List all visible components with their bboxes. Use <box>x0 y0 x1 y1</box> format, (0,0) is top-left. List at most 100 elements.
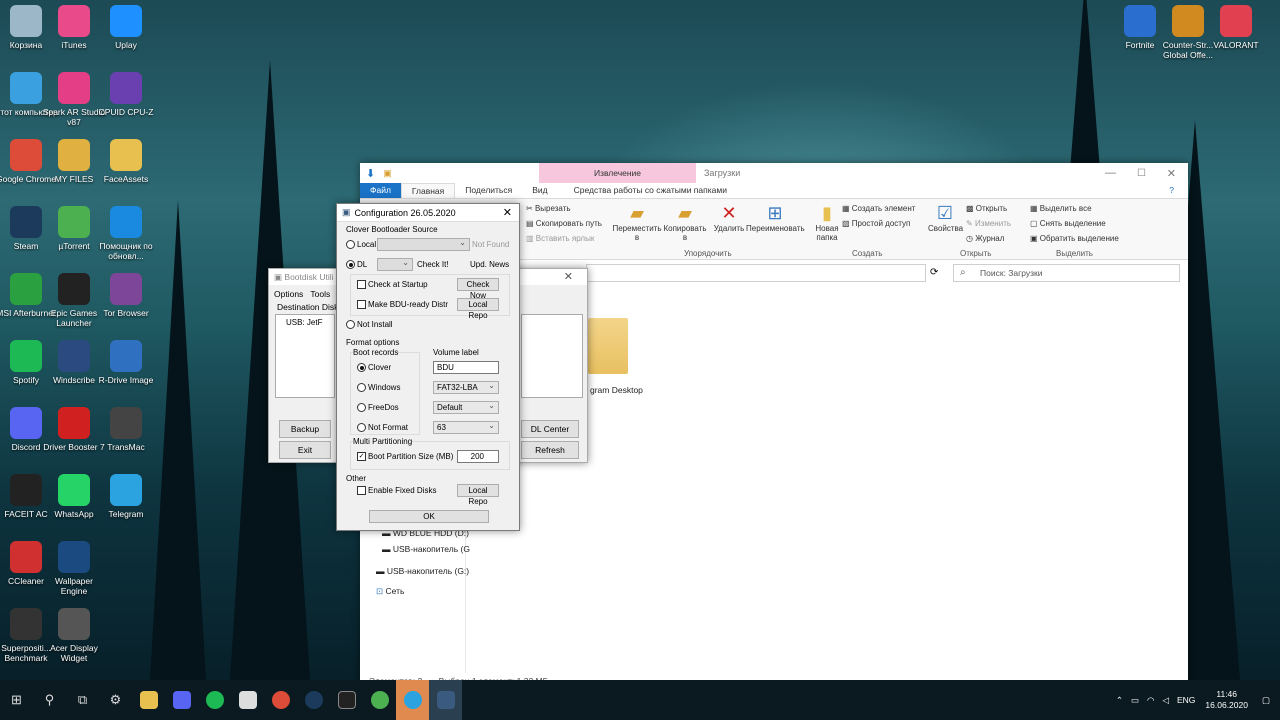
not-format-radio[interactable] <box>357 423 366 432</box>
easy-access-button[interactable]: ▧ Простой доступ <box>842 219 910 228</box>
wifi-icon[interactable]: ◠ <box>1147 695 1154 706</box>
open-button[interactable]: ▩ Открыть <box>966 204 1007 213</box>
settings-button[interactable]: ⚙ <box>99 680 132 720</box>
desktop-icon[interactable]: Uplay <box>94 5 158 50</box>
ok-button[interactable]: OK <box>369 510 489 523</box>
invert-selection-button[interactable]: ▣ Обратить выделение <box>1030 234 1119 243</box>
rename-button[interactable]: ⊞ Переименовать <box>746 203 805 233</box>
move-to-button[interactable]: ▰ Переместить в <box>612 203 662 242</box>
not-install-radio[interactable] <box>346 320 355 329</box>
local-repo-button[interactable]: Local Repo <box>457 298 499 320</box>
task-view-button[interactable]: ⧉ <box>66 680 99 720</box>
nav-item-usb-g[interactable]: ▬ USB-накопитель (G <box>372 539 470 559</box>
tab-share[interactable]: Поделиться <box>455 183 522 198</box>
taskbar-telegram[interactable] <box>396 680 429 720</box>
close-icon[interactable]: ✕ <box>1167 167 1176 180</box>
desktop-icon[interactable]: Wallpaper Engine <box>42 541 106 596</box>
check-now-button[interactable]: Check Now <box>457 278 499 300</box>
local-repo-button-2[interactable]: Local Repo <box>457 484 499 506</box>
delete-button[interactable]: ✕ Удалить <box>712 203 746 233</box>
tab-file[interactable]: Файл <box>360 183 401 198</box>
menu-options[interactable]: Options <box>274 289 303 299</box>
desktop-icon[interactable]: FaceAssets <box>94 139 158 184</box>
taskbar-bootdisk[interactable] <box>429 680 462 720</box>
disk-item[interactable]: USB: JetF <box>286 318 322 327</box>
new-item-button[interactable]: ▦ Создать элемент <box>842 204 915 213</box>
tab-home[interactable]: Главная <box>400 183 456 198</box>
desktop-icon[interactable]: Acer Display Widget <box>42 608 106 663</box>
copy-path-button[interactable]: ▤ Скопировать путь <box>526 219 602 228</box>
desktop-icon[interactable]: CPUID CPU-Z <box>94 72 158 117</box>
desktop-icon[interactable]: VALORANT <box>1204 5 1268 50</box>
address-bar[interactable] <box>586 264 926 282</box>
boot-size-checkbox[interactable]: ✓ <box>357 452 366 461</box>
nav-item-network[interactable]: ⊡ Сеть <box>372 581 470 601</box>
close-icon[interactable]: ✕ <box>503 206 512 219</box>
local-select[interactable] <box>377 237 470 251</box>
taskbar-utorrent[interactable] <box>363 680 396 720</box>
start-button[interactable]: ⊞ <box>0 680 33 720</box>
taskbar-store[interactable] <box>231 680 264 720</box>
dl-radio[interactable] <box>346 260 355 269</box>
context-tab-extract[interactable]: Извлечение <box>539 163 696 183</box>
edit-button[interactable]: ✎ Изменить <box>966 219 1011 228</box>
paste-shortcut-button[interactable]: ▥ Вставить ярлык <box>526 234 594 243</box>
upd-news-link[interactable]: Upd. News <box>470 260 509 269</box>
maximize-icon[interactable]: ☐ <box>1137 168 1146 179</box>
select-none-button[interactable]: ▢ Снять выделение <box>1030 219 1106 228</box>
chevron-up-icon[interactable]: ⌃ <box>1116 695 1123 706</box>
properties-button[interactable]: ☑ Свойства <box>928 203 963 233</box>
taskbar-explorer[interactable] <box>132 680 165 720</box>
clover-radio[interactable] <box>357 363 366 372</box>
file-label[interactable]: gram Desktop <box>590 385 643 395</box>
taskbar-chrome[interactable] <box>264 680 297 720</box>
disk-list[interactable]: USB: JetF <box>275 314 335 398</box>
clock[interactable]: 11:46 16.06.2020 <box>1205 689 1248 711</box>
nav-item-usb-g2[interactable]: ▬ USB-накопитель (G:) <box>372 561 470 581</box>
language-indicator[interactable]: ENG <box>1177 695 1195 705</box>
fixed-disks-checkbox[interactable] <box>357 486 366 495</box>
filesystem-select[interactable]: FAT32-LBA <box>433 380 499 394</box>
search-button[interactable]: ⚲ <box>33 680 66 720</box>
taskbar-discord[interactable] <box>165 680 198 720</box>
select-all-button[interactable]: ▦ Выделить все <box>1030 204 1092 213</box>
taskbar-spotify[interactable] <box>198 680 231 720</box>
sectors-select[interactable]: 63 <box>433 420 499 434</box>
history-button[interactable]: ◷ Журнал <box>966 234 1004 243</box>
cut-button[interactable]: ✂ Вырезать <box>526 204 571 213</box>
cluster-select[interactable]: Default <box>433 400 499 414</box>
taskbar-epic[interactable] <box>330 680 363 720</box>
refresh-icon[interactable]: ⟳ <box>930 267 938 278</box>
search-input[interactable]: Поиск: Загрузки <box>953 264 1180 282</box>
refresh-button[interactable]: Refresh <box>521 441 579 459</box>
dl-center-button[interactable]: DL Center <box>521 420 579 438</box>
dl-select[interactable] <box>377 257 413 271</box>
boot-size-input[interactable]: 200 <box>457 450 499 463</box>
volume-icon[interactable]: ◁ <box>1162 695 1169 706</box>
check-startup-checkbox[interactable] <box>357 280 366 289</box>
bootdisk-close-icon[interactable]: ✕ <box>564 269 573 285</box>
desktop-icon[interactable]: Tor Browser <box>94 273 158 318</box>
exit-button[interactable]: Exit <box>279 441 331 459</box>
tab-compressed-tools[interactable]: Средства работы со сжатыми папками <box>564 183 737 198</box>
desktop-icon[interactable]: Telegram <box>94 474 158 519</box>
notifications-icon[interactable]: ▢ <box>1262 695 1270 706</box>
minimize-icon[interactable]: — <box>1105 167 1116 179</box>
menu-tools[interactable]: Tools <box>310 289 330 299</box>
freedos-radio[interactable] <box>357 403 366 412</box>
tab-view[interactable]: Вид <box>522 183 557 198</box>
taskbar-steam[interactable] <box>297 680 330 720</box>
desktop-icon[interactable]: R-Drive Image <box>94 340 158 385</box>
volume-label-input[interactable]: BDU <box>433 361 499 374</box>
new-folder-button[interactable]: ▮ Новая папка <box>812 203 842 242</box>
quick-access-icon[interactable]: ⬇ <box>366 167 375 180</box>
windows-radio[interactable] <box>357 383 366 392</box>
desktop-icon[interactable]: Помощник по обновл... <box>94 206 158 261</box>
make-bdu-checkbox[interactable] <box>357 300 366 309</box>
help-icon[interactable]: ? <box>1159 183 1184 198</box>
backup-button[interactable]: Backup <box>279 420 331 438</box>
check-it-link[interactable]: Check It! <box>417 260 449 269</box>
desktop-icon[interactable]: TransMac <box>94 407 158 452</box>
local-radio[interactable] <box>346 240 355 249</box>
copy-to-button[interactable]: ▰ Копировать в <box>662 203 708 242</box>
